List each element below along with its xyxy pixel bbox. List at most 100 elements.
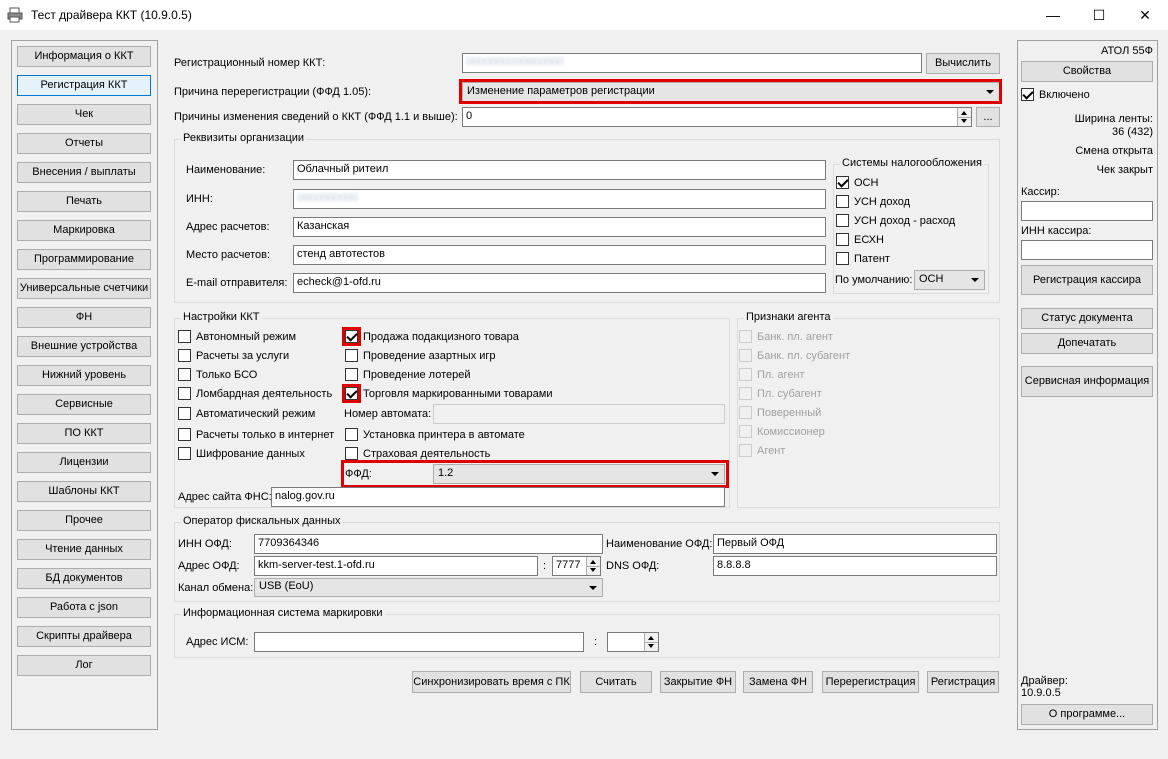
- kkt-setting-2[interactable]: Расчеты за услуги: [178, 349, 289, 362]
- register-cashier-button[interactable]: Регистрация кассира: [1021, 265, 1153, 295]
- nav-item-21[interactable]: Скрипты драйвера: [17, 626, 151, 647]
- nav-item-22[interactable]: Лог: [17, 655, 151, 676]
- nav-item-2[interactable]: Регистрация ККТ: [17, 75, 151, 96]
- agent-checkbox-2[interactable]: Банк. пл. субагент: [739, 349, 850, 362]
- kkt-setting-5[interactable]: Автоматический режим: [178, 407, 315, 420]
- agent-checkbox-3[interactable]: Пл. агент: [739, 368, 805, 381]
- org-inn-input[interactable]: 0000000000: [293, 189, 826, 209]
- checkbox-icon: [178, 387, 191, 400]
- sync-time-button[interactable]: Синхронизировать время с ПК: [412, 671, 571, 693]
- service-info-button[interactable]: Сервисная информация: [1021, 366, 1153, 397]
- kkt-setting-1[interactable]: Автономный режим: [178, 330, 296, 343]
- close-fn-button[interactable]: Закрытие ФН: [660, 671, 736, 693]
- checkbox-icon: [178, 428, 191, 441]
- ofd-dns-input[interactable]: 8.8.8.8: [713, 556, 997, 576]
- ofd-inn-input[interactable]: 7709364346: [254, 534, 603, 554]
- org-email-input[interactable]: echeck@1-ofd.ru: [293, 273, 826, 293]
- fns-label: Адрес сайта ФНС:: [178, 491, 272, 503]
- nav-item-11[interactable]: Внешние устройства: [17, 336, 151, 357]
- ism-group-title: Информационная система маркировки: [181, 607, 385, 619]
- doc-status-button[interactable]: Статус документа: [1021, 308, 1153, 329]
- agent-checkbox-1[interactable]: Банк. пл. агент: [739, 330, 833, 343]
- checkbox-icon: [739, 425, 752, 438]
- checkbox-icon: [739, 368, 752, 381]
- reprint-button[interactable]: Допечатать: [1021, 333, 1153, 354]
- kkt-feature-b-1[interactable]: Установка принтера в автомате: [345, 428, 525, 441]
- cashier-inn-input[interactable]: [1021, 240, 1153, 260]
- checkbox-icon: [345, 349, 358, 362]
- kkt-setting-4[interactable]: Ломбардная деятельность: [178, 387, 332, 400]
- read-button[interactable]: Считать: [580, 671, 652, 693]
- tax-checkbox-3[interactable]: УСН доход - расход: [836, 214, 955, 227]
- kkt-feature-4[interactable]: Торговля маркированными товарами: [345, 387, 552, 400]
- spin-icon[interactable]: [586, 557, 600, 575]
- reregistration-button[interactable]: Перерегистрация: [822, 671, 919, 693]
- spin-icon[interactable]: [957, 108, 971, 126]
- nav-item-5[interactable]: Внесения / выплаты: [17, 162, 151, 183]
- cashier-inn-label: ИНН кассира:: [1021, 225, 1092, 237]
- fns-input[interactable]: nalog.gov.ru: [271, 487, 725, 507]
- ism-address-input[interactable]: [254, 632, 584, 652]
- nav-item-18[interactable]: Чтение данных: [17, 539, 151, 560]
- nav-item-8[interactable]: Программирование: [17, 249, 151, 270]
- maximize-button[interactable]: ☐: [1076, 0, 1122, 30]
- nav-item-20[interactable]: Работа с json: [17, 597, 151, 618]
- org-address-input[interactable]: Казанская: [293, 217, 826, 237]
- nav-item-3[interactable]: Чек: [17, 104, 151, 125]
- ofd-port-input[interactable]: 7777: [552, 556, 601, 576]
- kkt-settings-title: Настройки ККТ: [181, 311, 262, 323]
- kkt-setting-7[interactable]: Шифрование данных: [178, 447, 305, 460]
- tax-checkbox-5[interactable]: Патент: [836, 252, 890, 265]
- kkt-feature-b-2[interactable]: Страховая деятельность: [345, 447, 490, 460]
- nav-item-16[interactable]: Шаблоны ККТ: [17, 481, 151, 502]
- close-button[interactable]: ✕: [1122, 0, 1168, 30]
- nav-item-17[interactable]: Прочее: [17, 510, 151, 531]
- nav-item-13[interactable]: Сервисные: [17, 394, 151, 415]
- minimize-button[interactable]: —: [1030, 0, 1076, 30]
- registration-button[interactable]: Регистрация: [927, 671, 999, 693]
- nav-item-4[interactable]: Отчеты: [17, 133, 151, 154]
- ism-port-input[interactable]: [607, 632, 659, 652]
- org-place-input[interactable]: стенд автотестов: [293, 245, 826, 265]
- kkt-feature-3[interactable]: Проведение лотерей: [345, 368, 471, 381]
- agent-checkbox-6[interactable]: Комиссионер: [739, 425, 825, 438]
- tax-checkbox-2[interactable]: УСН доход: [836, 195, 910, 208]
- ofd-address-input[interactable]: kkm-server-test.1-ofd.ru: [254, 556, 538, 576]
- kkt-setting-6[interactable]: Расчеты только в интернет: [178, 428, 334, 441]
- tax-checkbox-1[interactable]: ОСН: [836, 176, 878, 189]
- automat-input[interactable]: [433, 404, 725, 424]
- agent-checkbox-4[interactable]: Пл. субагент: [739, 387, 822, 400]
- kkt-feature-2[interactable]: Проведение азартных игр: [345, 349, 496, 362]
- nav-item-9[interactable]: Универсальные счетчики: [17, 278, 151, 299]
- nav-item-7[interactable]: Маркировка: [17, 220, 151, 241]
- cashier-input[interactable]: [1021, 201, 1153, 221]
- kkt-feature-1[interactable]: Продажа подакцизного товара: [345, 330, 519, 343]
- agent-checkbox-7[interactable]: Агент: [739, 444, 785, 457]
- about-button[interactable]: О программе...: [1021, 704, 1153, 725]
- calculate-button[interactable]: Вычислить: [926, 53, 1000, 74]
- org-address-label: Адрес расчетов:: [186, 221, 270, 233]
- more-button[interactable]: ...: [976, 107, 1000, 127]
- tax-default-select[interactable]: ОСН: [914, 270, 985, 290]
- nav-item-1[interactable]: Информация о ККТ: [17, 46, 151, 67]
- spin-icon[interactable]: [644, 633, 658, 651]
- agent-checkbox-5[interactable]: Поверенный: [739, 406, 821, 419]
- ofd-channel-select[interactable]: USB (EoU): [254, 578, 603, 597]
- tax-checkbox-4[interactable]: ЕСХН: [836, 233, 884, 246]
- nav-item-6[interactable]: Печать: [17, 191, 151, 212]
- change-reasons-input[interactable]: 0: [462, 107, 972, 127]
- agent-group-title: Признаки агента: [744, 311, 833, 323]
- ofd-name-input[interactable]: Первый ОФД: [713, 534, 997, 554]
- reg-number-input[interactable]: 0000000000000000: [462, 53, 922, 73]
- nav-item-14[interactable]: ПО ККТ: [17, 423, 151, 444]
- replace-fn-button[interactable]: Замена ФН: [743, 671, 813, 693]
- nav-item-12[interactable]: Нижний уровень: [17, 365, 151, 386]
- properties-button[interactable]: Свойства: [1021, 61, 1153, 82]
- checkbox-icon: [836, 233, 849, 246]
- enabled-checkbox[interactable]: Включено: [1021, 88, 1090, 101]
- nav-item-15[interactable]: Лицензии: [17, 452, 151, 473]
- org-name-input[interactable]: Облачный ритеил: [293, 160, 826, 180]
- kkt-setting-3[interactable]: Только БСО: [178, 368, 257, 381]
- nav-item-10[interactable]: ФН: [17, 307, 151, 328]
- nav-item-19[interactable]: БД документов: [17, 568, 151, 589]
